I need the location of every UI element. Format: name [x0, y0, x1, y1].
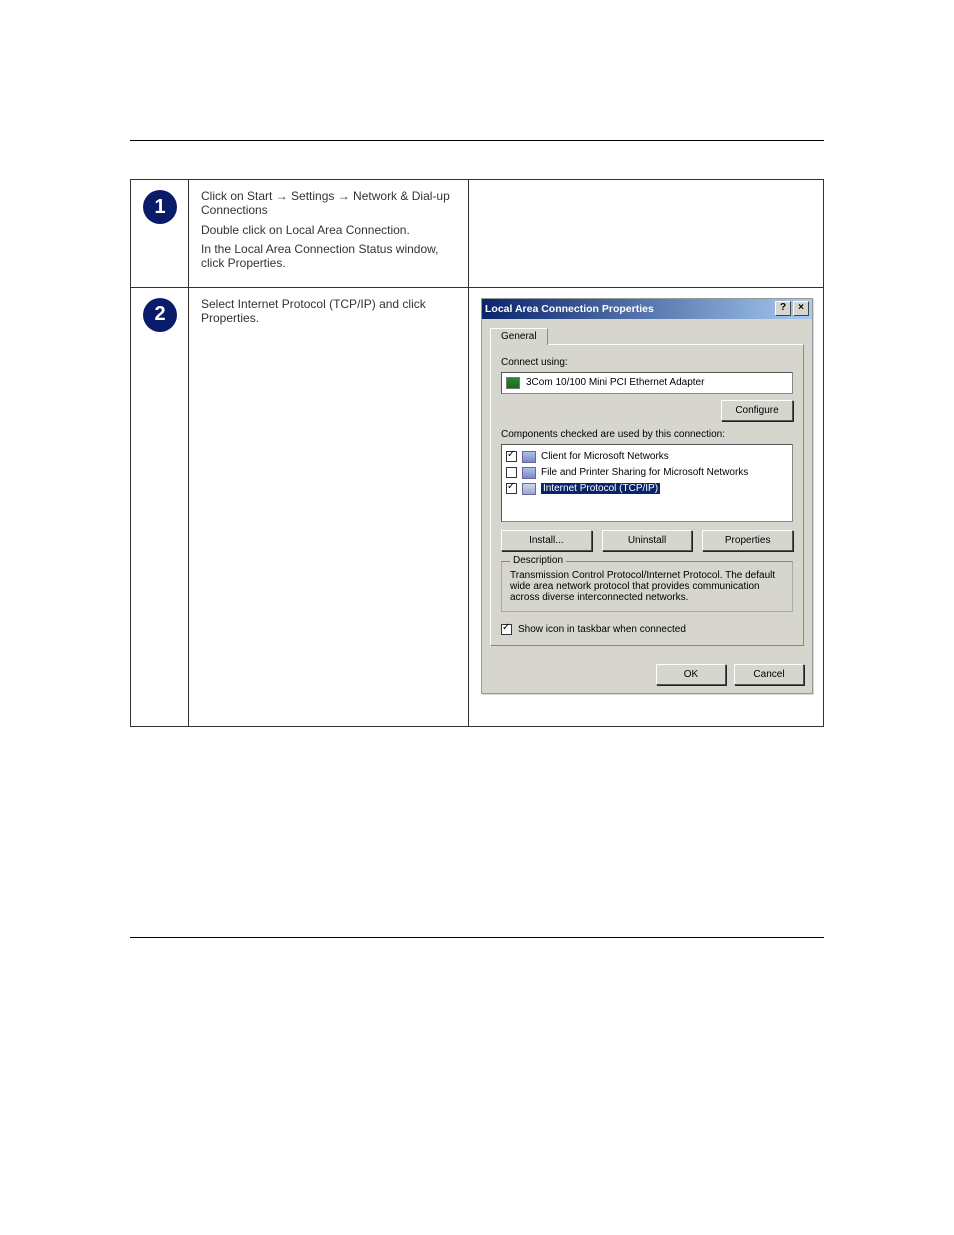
step-badge-2: 2	[143, 298, 177, 332]
dialog-title: Local Area Connection Properties	[485, 303, 654, 315]
bottom-rule	[130, 937, 824, 938]
client-icon	[522, 451, 536, 463]
description-legend: Description	[510, 555, 566, 566]
step1-line3: In the Local Area Connection Status wind…	[201, 243, 458, 271]
description-text: Transmission Control Protocol/Internet P…	[510, 570, 784, 603]
list-item-label: Internet Protocol (TCP/IP)	[541, 483, 660, 494]
tab-general[interactable]: General	[490, 328, 548, 345]
show-icon-checkbox[interactable]	[501, 624, 512, 635]
list-item-label: Client for Microsoft Networks	[541, 451, 669, 462]
step2-line1: Select Internet Protocol (TCP/IP) and cl…	[201, 298, 458, 326]
checkbox-icon[interactable]	[506, 483, 517, 494]
adapter-name: 3Com 10/100 Mini PCI Ethernet Adapter	[526, 377, 704, 388]
step1-line2: Double click on Local Area Connection.	[201, 224, 458, 238]
nic-icon	[506, 377, 520, 389]
list-item[interactable]: File and Printer Sharing for Microsoft N…	[506, 465, 788, 481]
show-icon-label: Show icon in taskbar when connected	[518, 624, 686, 635]
connect-using-label: Connect using:	[501, 357, 793, 368]
help-button[interactable]: ?	[775, 301, 791, 316]
checkbox-icon[interactable]	[506, 451, 517, 462]
description-group: Description Transmission Control Protoco…	[501, 561, 793, 612]
components-label: Components checked are used by this conn…	[501, 429, 793, 440]
properties-button[interactable]: Properties	[702, 530, 793, 551]
fileshare-icon	[522, 467, 536, 479]
step1-line1: Click on Start → Settings → Network & Di…	[201, 190, 458, 218]
lan-properties-dialog: Local Area Connection Properties ? × Gen…	[481, 298, 813, 694]
ok-button[interactable]: OK	[656, 664, 726, 685]
cancel-button[interactable]: Cancel	[734, 664, 804, 685]
step-badge-1: 1	[143, 190, 177, 224]
uninstall-button[interactable]: Uninstall	[602, 530, 693, 551]
list-item-label: File and Printer Sharing for Microsoft N…	[541, 467, 748, 478]
close-button[interactable]: ×	[793, 301, 809, 316]
dialog-titlebar: Local Area Connection Properties ? ×	[482, 299, 812, 319]
checkbox-icon[interactable]	[506, 467, 517, 478]
install-button[interactable]: Install...	[501, 530, 592, 551]
protocol-icon	[522, 483, 536, 495]
step-row-2: 2 Select Internet Protocol (TCP/IP) and …	[131, 287, 824, 726]
components-list[interactable]: Client for Microsoft Networks File and P…	[501, 444, 793, 522]
dialog-footer: OK Cancel	[482, 654, 812, 693]
step-row-1: 1 Click on Start → Settings → Network & …	[131, 180, 824, 288]
adapter-field: 3Com 10/100 Mini PCI Ethernet Adapter	[501, 372, 793, 394]
configure-button[interactable]: Configure	[721, 400, 793, 421]
steps-table: 1 Click on Start → Settings → Network & …	[130, 179, 824, 727]
top-rule	[130, 140, 824, 141]
tab-panel-general: Connect using: 3Com 10/100 Mini PCI Ethe…	[490, 344, 804, 646]
list-item[interactable]: Client for Microsoft Networks	[506, 449, 788, 465]
list-item[interactable]: Internet Protocol (TCP/IP)	[506, 481, 788, 497]
